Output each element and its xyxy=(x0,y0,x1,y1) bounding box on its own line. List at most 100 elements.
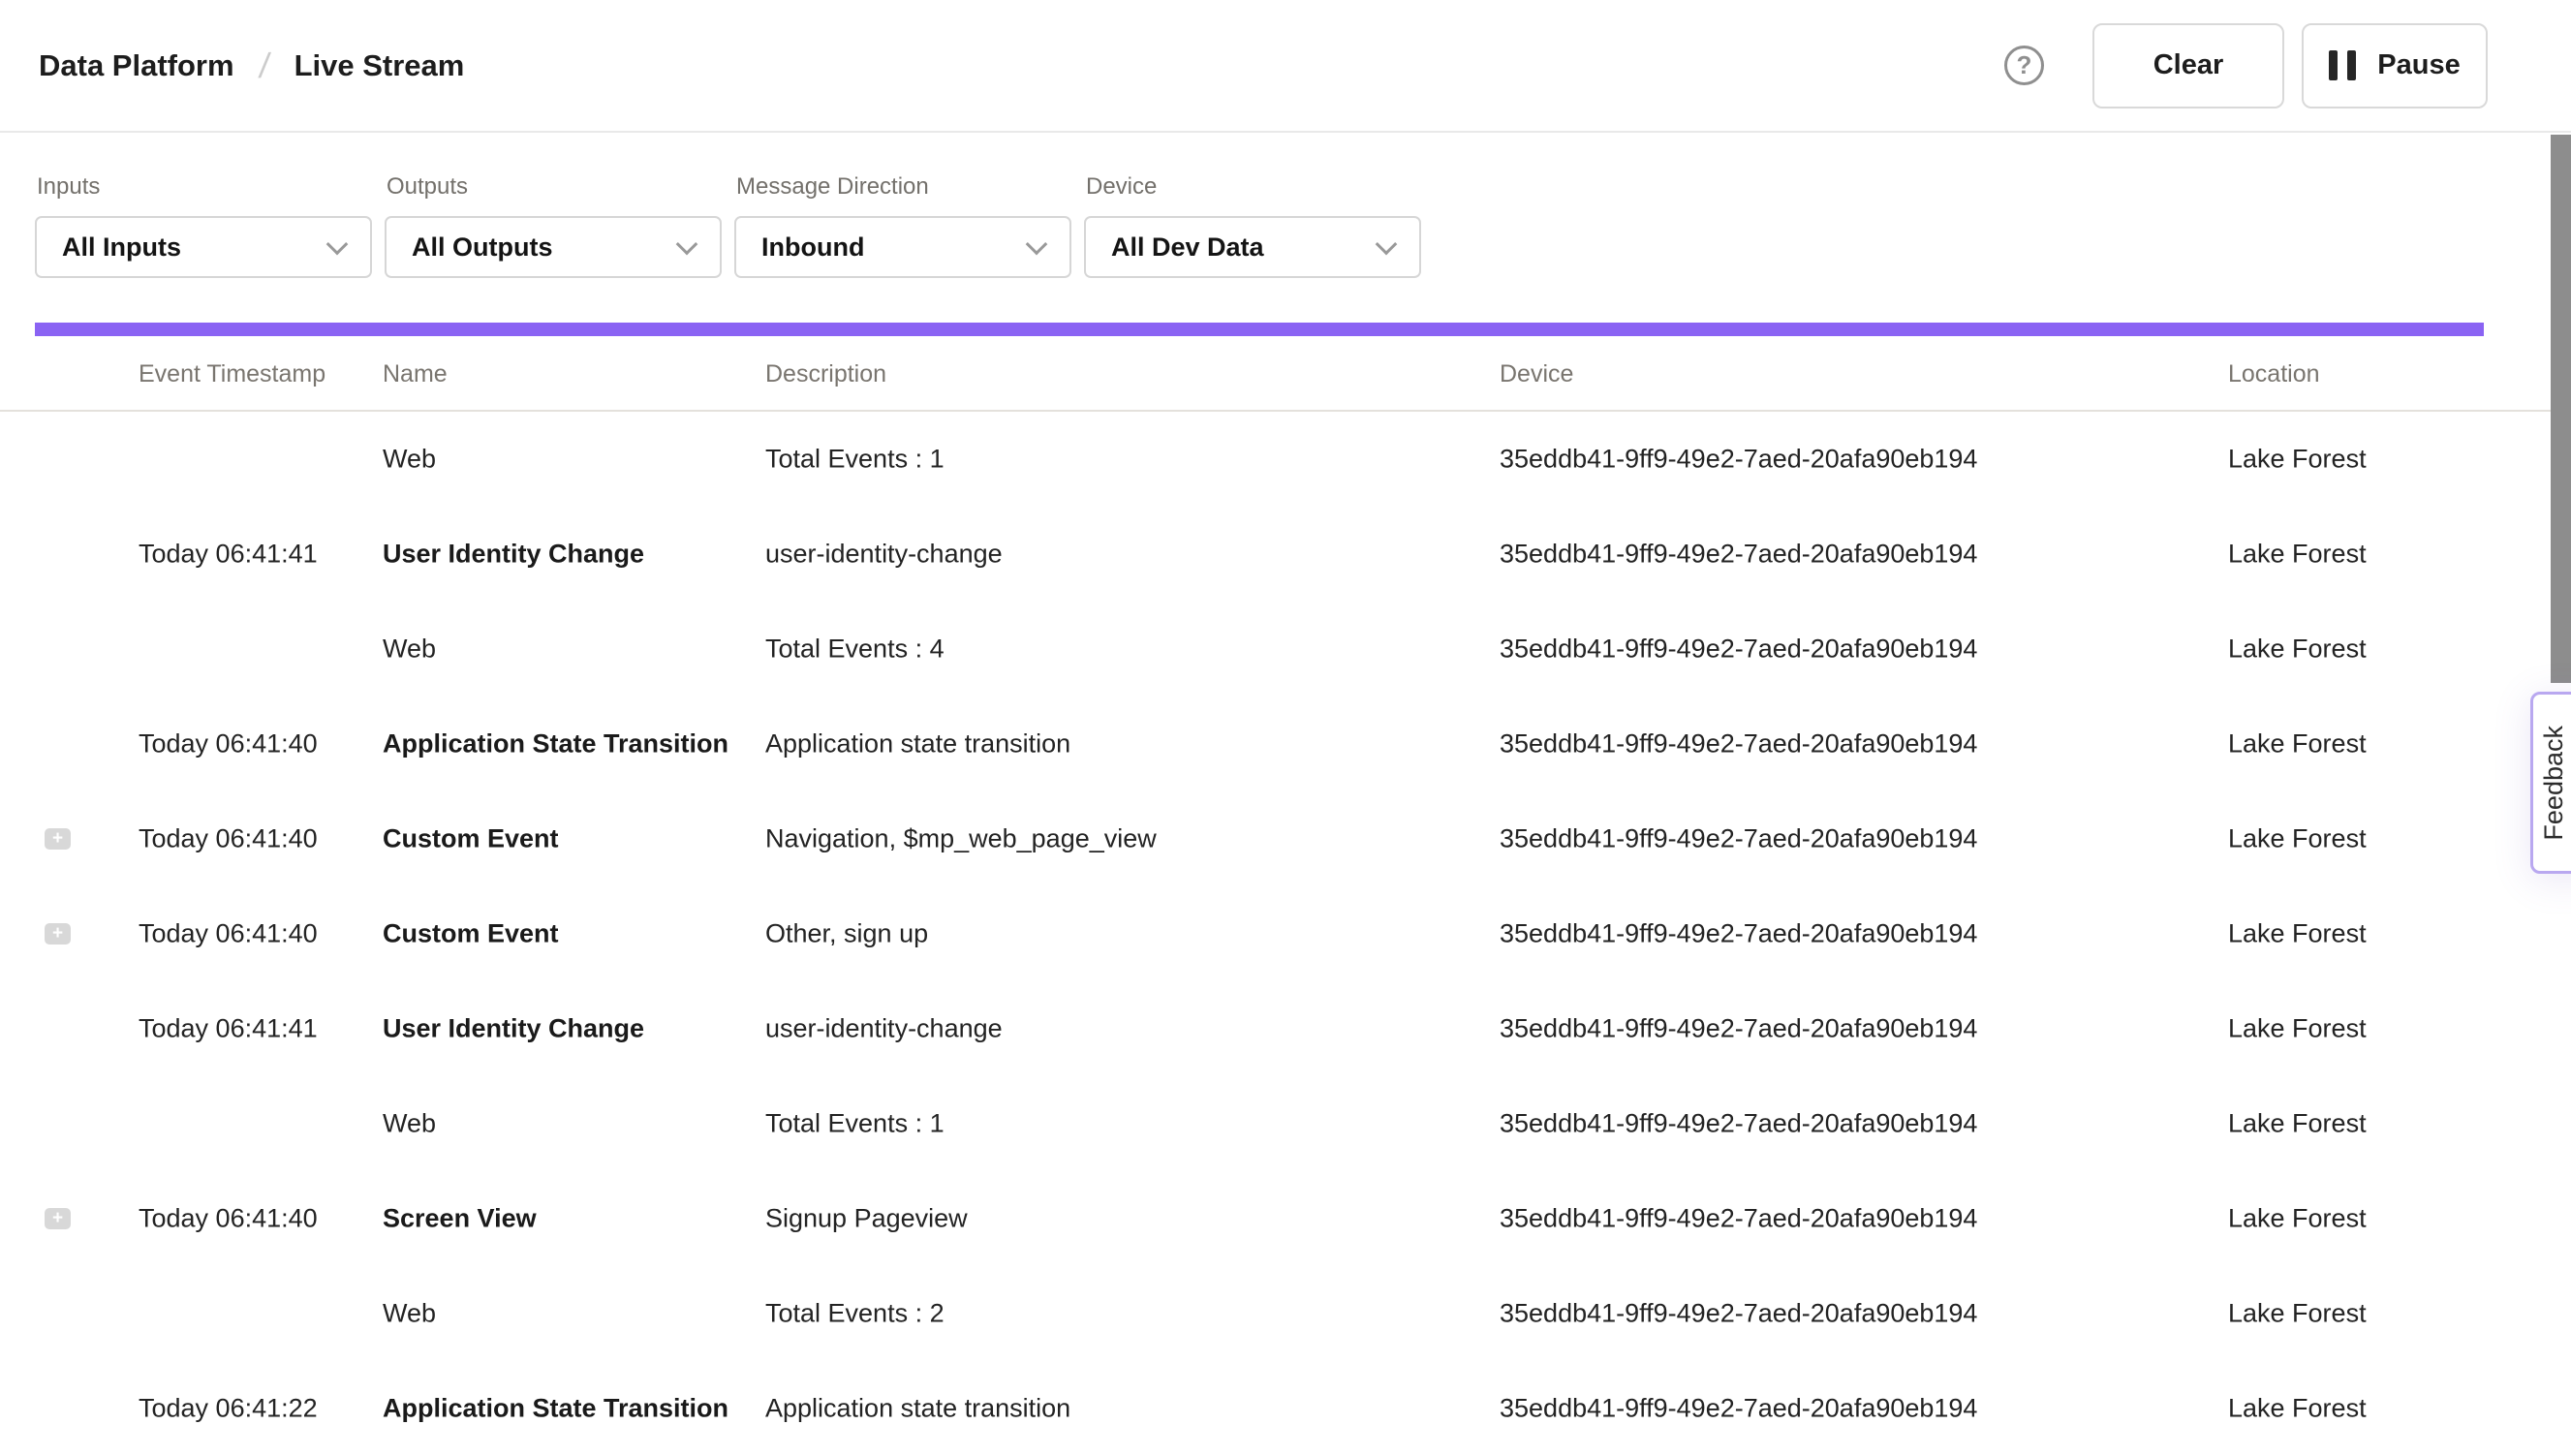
table-row[interactable]: + Today 06:41:40 Custom Event Other, sig… xyxy=(0,886,2571,981)
table-row[interactable]: Today 06:41:40 Application State Transit… xyxy=(0,697,2571,791)
cell-device: 35eddb41-9ff9-49e2-7aed-20afa90eb194 xyxy=(1500,635,1977,665)
cell-description: Total Events : 2 xyxy=(765,1299,945,1329)
column-header-timestamp: Event Timestamp xyxy=(139,360,325,388)
cell-name: Application State Transition xyxy=(383,1394,728,1424)
cell-name: Web xyxy=(383,1299,436,1329)
table-row[interactable]: Web Total Events : 4 35eddb41-9ff9-49e2-… xyxy=(0,602,2571,697)
cell-location: Lake Forest xyxy=(2228,1014,2367,1044)
inputs-select-value: All Inputs xyxy=(62,232,181,263)
cell-name: User Identity Change xyxy=(383,540,644,570)
filter-device: Device All Dev Data xyxy=(1084,173,1421,278)
cell-description: Total Events : 1 xyxy=(765,445,945,475)
table-row[interactable]: Web Total Events : 1 35eddb41-9ff9-49e2-… xyxy=(0,1076,2571,1171)
cell-location: Lake Forest xyxy=(2228,1394,2367,1424)
cell-device: 35eddb41-9ff9-49e2-7aed-20afa90eb194 xyxy=(1500,445,1977,475)
cell-location: Lake Forest xyxy=(2228,1204,2367,1234)
table-row[interactable]: + Today 06:41:40 Custom Event Navigation… xyxy=(0,791,2571,886)
cell-description: user-identity-change xyxy=(765,1014,1003,1044)
message-direction-filter-label: Message Direction xyxy=(736,173,1071,201)
outputs-filter-label: Outputs xyxy=(387,173,722,201)
cell-description: Total Events : 1 xyxy=(765,1109,945,1139)
cell-device: 35eddb41-9ff9-49e2-7aed-20afa90eb194 xyxy=(1500,1109,1977,1139)
cell-description: Signup Pageview xyxy=(765,1204,968,1234)
inputs-filter-label: Inputs xyxy=(37,173,372,201)
table-body: Web Total Events : 1 35eddb41-9ff9-49e2-… xyxy=(0,412,2571,1456)
breadcrumb-separator: / xyxy=(257,46,272,86)
feedback-tab[interactable]: Feedback xyxy=(2530,692,2571,874)
message-direction-select[interactable]: Inbound xyxy=(734,216,1071,278)
cell-device: 35eddb41-9ff9-49e2-7aed-20afa90eb194 xyxy=(1500,1204,1977,1234)
cell-name: Custom Event xyxy=(383,824,559,854)
cell-timestamp: Today 06:41:41 xyxy=(139,1014,318,1044)
feedback-tab-label: Feedback xyxy=(2539,726,2569,841)
cell-timestamp: Today 06:41:40 xyxy=(139,1204,318,1234)
accent-divider xyxy=(35,323,2484,336)
cell-location: Lake Forest xyxy=(2228,1299,2367,1329)
cell-timestamp: Today 06:41:40 xyxy=(139,824,318,854)
cell-timestamp: Today 06:41:41 xyxy=(139,540,318,570)
cell-description: Other, sign up xyxy=(765,919,928,949)
cell-device: 35eddb41-9ff9-49e2-7aed-20afa90eb194 xyxy=(1500,919,1977,949)
expand-button[interactable]: + xyxy=(45,828,71,850)
cell-location: Lake Forest xyxy=(2228,540,2367,570)
device-select[interactable]: All Dev Data xyxy=(1084,216,1421,278)
page-header: Data Platform / Live Stream ? Clear Paus… xyxy=(0,0,2571,133)
cell-timestamp: Today 06:41:22 xyxy=(139,1394,318,1424)
outputs-select-value: All Outputs xyxy=(412,232,552,263)
cell-name: Application State Transition xyxy=(383,729,728,759)
pause-button[interactable]: Pause xyxy=(2302,23,2488,108)
vertical-scrollbar-thumb[interactable] xyxy=(2551,135,2571,683)
filter-outputs: Outputs All Outputs xyxy=(385,173,722,278)
cell-device: 35eddb41-9ff9-49e2-7aed-20afa90eb194 xyxy=(1500,1394,1977,1424)
cell-location: Lake Forest xyxy=(2228,729,2367,759)
cell-location: Lake Forest xyxy=(2228,824,2367,854)
filter-message-direction: Message Direction Inbound xyxy=(734,173,1071,278)
pause-button-label: Pause xyxy=(2377,49,2460,81)
plus-icon: + xyxy=(52,1209,63,1228)
table-row[interactable]: Web Total Events : 1 35eddb41-9ff9-49e2-… xyxy=(0,412,2571,507)
cell-location: Lake Forest xyxy=(2228,1109,2367,1139)
cell-timestamp: Today 06:41:40 xyxy=(139,919,318,949)
outputs-select[interactable]: All Outputs xyxy=(385,216,722,278)
device-filter-label: Device xyxy=(1086,173,1421,201)
table-row[interactable]: Today 06:41:41 User Identity Change user… xyxy=(0,507,2571,602)
expand-button[interactable]: + xyxy=(45,923,71,945)
cell-device: 35eddb41-9ff9-49e2-7aed-20afa90eb194 xyxy=(1500,1299,1977,1329)
cell-description: Navigation, $mp_web_page_view xyxy=(765,824,1157,854)
chevron-down-icon xyxy=(1376,233,1398,256)
table-row[interactable]: + Today 06:41:40 Screen View Signup Page… xyxy=(0,1171,2571,1266)
chevron-down-icon xyxy=(676,233,698,256)
cell-name: Web xyxy=(383,445,436,475)
cell-description: Total Events : 4 xyxy=(765,635,945,665)
cell-description: Application state transition xyxy=(765,729,1070,759)
plus-icon: + xyxy=(52,924,63,944)
cell-location: Lake Forest xyxy=(2228,445,2367,475)
page-title: Live Stream xyxy=(294,48,465,83)
table-row[interactable]: Today 06:41:41 User Identity Change user… xyxy=(0,981,2571,1076)
filter-bar: Inputs All Inputs Outputs All Outputs Me… xyxy=(35,133,1421,278)
cell-name: Screen View xyxy=(383,1204,537,1234)
inputs-select[interactable]: All Inputs xyxy=(35,216,372,278)
column-header-location: Location xyxy=(2228,360,2320,388)
table-row[interactable]: Web Total Events : 2 35eddb41-9ff9-49e2-… xyxy=(0,1266,2571,1361)
cell-device: 35eddb41-9ff9-49e2-7aed-20afa90eb194 xyxy=(1500,729,1977,759)
table-row[interactable]: Today 06:41:22 Application State Transit… xyxy=(0,1361,2571,1456)
cell-device: 35eddb41-9ff9-49e2-7aed-20afa90eb194 xyxy=(1500,824,1977,854)
cell-name: Custom Event xyxy=(383,919,559,949)
cell-name: User Identity Change xyxy=(383,1014,644,1044)
cell-timestamp: Today 06:41:40 xyxy=(139,729,318,759)
pause-icon xyxy=(2329,50,2356,80)
message-direction-select-value: Inbound xyxy=(761,232,864,263)
expand-button[interactable]: + xyxy=(45,1208,71,1229)
cell-description: Application state transition xyxy=(765,1394,1070,1424)
filter-inputs: Inputs All Inputs xyxy=(35,173,372,278)
cell-name: Web xyxy=(383,635,436,665)
breadcrumb-root[interactable]: Data Platform xyxy=(39,48,234,83)
column-header-name: Name xyxy=(383,360,448,388)
clear-button[interactable]: Clear xyxy=(2092,23,2284,108)
cell-device: 35eddb41-9ff9-49e2-7aed-20afa90eb194 xyxy=(1500,540,1977,570)
cell-device: 35eddb41-9ff9-49e2-7aed-20afa90eb194 xyxy=(1500,1014,1977,1044)
cell-name: Web xyxy=(383,1109,436,1139)
cell-description: user-identity-change xyxy=(765,540,1003,570)
help-icon[interactable]: ? xyxy=(2004,46,2044,85)
